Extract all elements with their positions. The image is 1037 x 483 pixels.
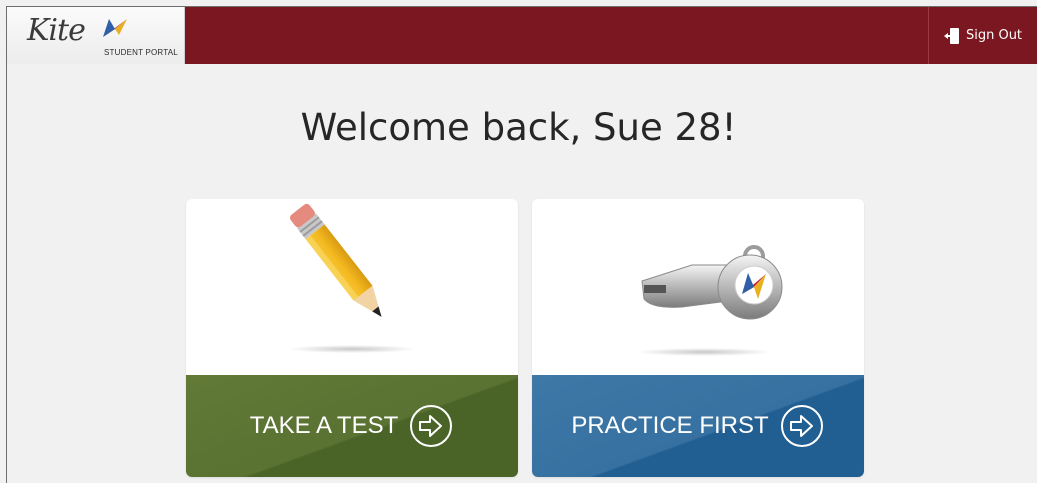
door-exit-icon — [943, 27, 959, 44]
pencil-icon — [288, 203, 416, 353]
logo-wordmark: Kite — [27, 13, 86, 48]
kite-logo[interactable]: Kite STUDENT PORTAL — [7, 7, 185, 64]
arrow-right-circle-icon — [780, 405, 823, 447]
whistle-icon — [636, 245, 783, 356]
kite-mark-icon — [103, 19, 127, 37]
take-a-test-label: TAKE A TEST — [249, 412, 399, 439]
page-frame — [6, 6, 1037, 483]
logo-subtitle: STUDENT PORTAL — [104, 48, 178, 57]
welcome-heading: Welcome back, Sue 28! — [300, 106, 737, 149]
practice-first-card[interactable]: PRACTICE FIRST — [532, 199, 864, 477]
sign-out-button[interactable]: Sign Out — [928, 7, 1037, 64]
take-a-test-card[interactable]: TAKE A TEST — [186, 199, 518, 477]
take-a-test-button[interactable]: TAKE A TEST — [186, 375, 518, 477]
practice-first-label: PRACTICE FIRST — [571, 412, 769, 439]
arrow-right-circle-icon — [410, 405, 453, 447]
sign-out-label: Sign Out — [965, 28, 1023, 43]
practice-first-button[interactable]: PRACTICE FIRST — [532, 375, 864, 477]
